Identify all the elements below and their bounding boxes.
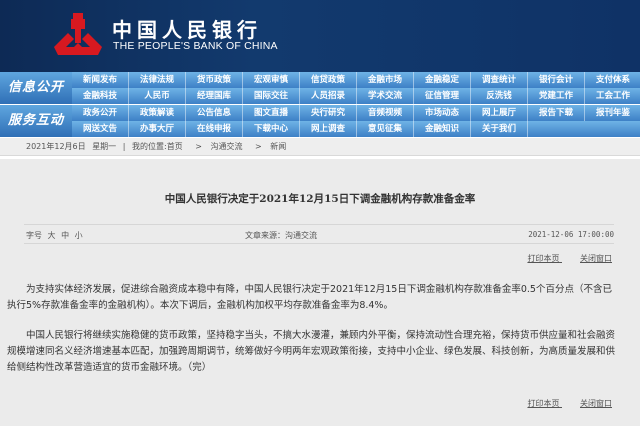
nav-item[interactable]: 人员招录	[300, 88, 357, 104]
nav-item[interactable]: 信贷政策	[300, 72, 357, 88]
article-paragraph: 中国人民银行将继续实施稳健的货币政策，坚持稳字当头，不搞大水漫灌，兼顾内外平衡，…	[7, 330, 616, 373]
nav-item[interactable]: 金融科技	[72, 88, 129, 104]
nav-item[interactable]: 报告下载	[528, 105, 585, 121]
nav-filler	[585, 121, 640, 137]
location-label: 我的位置:	[131, 142, 167, 151]
print-link[interactable]: 打印本页	[527, 254, 559, 263]
nav-item[interactable]: 关于我们	[471, 121, 528, 137]
nav-band-label: 服务互动	[0, 105, 72, 137]
nav-item[interactable]: 网上调查	[300, 121, 357, 137]
nav-item[interactable]: 政策解读	[129, 105, 186, 121]
nav-item[interactable]: 党建工作	[528, 88, 585, 104]
nav-item[interactable]: 图文直播	[243, 105, 300, 121]
font-size-medium[interactable]: 中	[61, 231, 69, 240]
breadcrumb: 2021年12月6日 星期一 | 我的位置:首页 > 沟通交流 > 新闻	[0, 138, 640, 156]
nav-item[interactable]: 国际交往	[243, 88, 300, 104]
font-size-controls: 字号 大 中 小	[26, 230, 83, 241]
close-window-link[interactable]: 关闭窗口	[580, 254, 612, 263]
nav-item[interactable]: 政务公开	[72, 105, 129, 121]
nav-item[interactable]: 征信管理	[414, 88, 471, 104]
nav-item[interactable]: 意见征集	[357, 121, 414, 137]
nav-item[interactable]: 在线申报	[186, 121, 243, 137]
nav-row: 金融科技 人民币 经理国库 国际交往 人员招录 学术交流 征信管理 反洗钱 党建…	[72, 88, 640, 104]
nav-item[interactable]: 金融知识	[414, 121, 471, 137]
nav-item[interactable]: 调查统计	[471, 72, 528, 88]
nav-item[interactable]: 公告信息	[186, 105, 243, 121]
nav-filler	[528, 121, 585, 137]
font-size-label: 字号	[26, 231, 42, 240]
nav-item[interactable]: 报刊年鉴	[585, 105, 640, 121]
article-paragraph: 为支持实体经济发展，促进综合融资成本稳中有降，中国人民银行决定于2021年12月…	[7, 284, 612, 311]
nav-item[interactable]: 音频视频	[357, 105, 414, 121]
nav-item[interactable]: 网送文告	[72, 121, 129, 137]
nav-item[interactable]: 学术交流	[357, 88, 414, 104]
article-actions-bottom: 打印本页 关闭窗口	[509, 398, 612, 409]
close-window-link[interactable]: 关闭窗口	[580, 399, 612, 408]
nav-band-service: 服务互动 政务公开 政策解读 公告信息 图文直播 央行研究 音频视频 市场动态 …	[0, 105, 640, 137]
font-size-small[interactable]: 小	[75, 231, 83, 240]
nav-item[interactable]: 银行会计	[528, 72, 585, 88]
divider	[24, 243, 614, 244]
nav-row: 政务公开 政策解读 公告信息 图文直播 央行研究 音频视频 市场动态 网上展厅 …	[72, 105, 640, 121]
nav-item[interactable]: 经理国库	[186, 88, 243, 104]
bank-name-chinese: 中国人民银行	[112, 18, 262, 42]
nav-item[interactable]: 反洗钱	[471, 88, 528, 104]
breadcrumb-communication[interactable]: 沟通交流	[210, 142, 242, 151]
nav-item[interactable]: 支付体系	[585, 72, 640, 88]
nav-row: 网送文告 办事大厅 在线申报 下载中心 网上调查 意见征集 金融知识 关于我们	[72, 121, 640, 137]
nav-item[interactable]: 市场动态	[414, 105, 471, 121]
article-title: 中国人民银行决定于2021年12月15日下调金融机构存款准备金率	[164, 193, 476, 205]
nav-item[interactable]: 人民币	[129, 88, 186, 104]
pboc-logo-icon	[54, 13, 102, 55]
nav-item[interactable]: 金融市场	[357, 72, 414, 88]
chevron-right-icon: >	[195, 142, 202, 151]
nav-band-label: 信息公开	[0, 72, 72, 104]
site-header: 中国人民银行 THE PEOPLE'S BANK OF CHINA	[0, 0, 640, 72]
print-link[interactable]: 打印本页	[527, 399, 559, 408]
divider	[24, 224, 614, 225]
nav-item[interactable]: 办事大厅	[129, 121, 186, 137]
bank-name-english: THE PEOPLE'S BANK OF CHINA	[113, 40, 278, 52]
nav-item[interactable]: 新闻发布	[72, 72, 129, 88]
nav-band-info: 信息公开 新闻发布 法律法规 货币政策 宏观审慎 信贷政策 金融市场 金融稳定 …	[0, 72, 640, 104]
current-date: 2021年12月6日	[26, 142, 86, 151]
nav-item[interactable]: 下载中心	[243, 121, 300, 137]
article-actions-top: 打印本页 关闭窗口	[509, 253, 612, 264]
article-source: 文章来源：沟通交流	[245, 231, 317, 240]
current-weekday: 星期一	[92, 142, 117, 151]
chevron-right-icon: >	[255, 142, 262, 151]
breadcrumb-home[interactable]: 首页	[167, 142, 183, 151]
nav-item[interactable]: 金融稳定	[414, 72, 471, 88]
font-size-large[interactable]: 大	[48, 231, 56, 240]
article-datetime: 2021-12-06 17:00:00	[528, 230, 614, 239]
breadcrumb-news[interactable]: 新闻	[270, 142, 286, 151]
nav-item[interactable]: 央行研究	[300, 105, 357, 121]
nav-item[interactable]: 法律法规	[129, 72, 186, 88]
nav-item[interactable]: 网上展厅	[471, 105, 528, 121]
nav-row: 新闻发布 法律法规 货币政策 宏观审慎 信贷政策 金融市场 金融稳定 调查统计 …	[72, 72, 640, 88]
main-navigation: 信息公开 新闻发布 法律法规 货币政策 宏观审慎 信贷政策 金融市场 金融稳定 …	[0, 72, 640, 138]
nav-item[interactable]: 宏观审慎	[243, 72, 300, 88]
breadcrumb-separator: |	[122, 142, 126, 151]
nav-item[interactable]: 货币政策	[186, 72, 243, 88]
nav-item[interactable]: 工会工作	[585, 88, 640, 104]
article-container: 中国人民银行决定于2021年12月15日下调金融机构存款准备金率 字号 大 中 …	[0, 159, 640, 426]
